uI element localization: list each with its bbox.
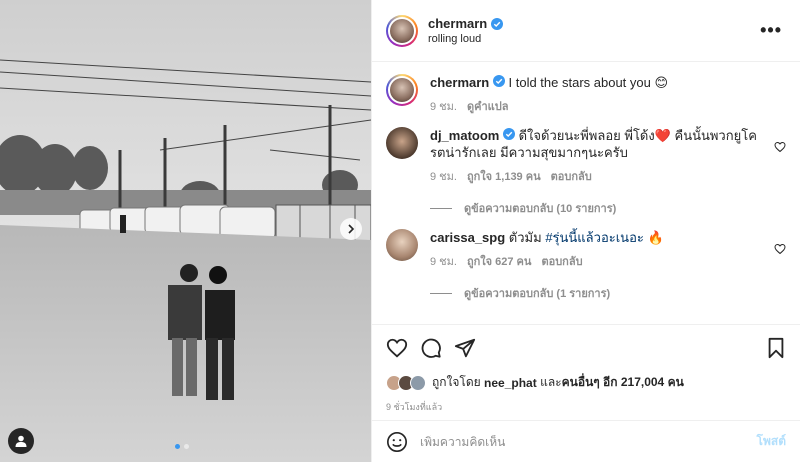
view-replies-link[interactable]: ดูข้อความตอบกลับ (1 รายการ)	[430, 284, 786, 302]
author-username[interactable]: chermarn	[428, 16, 487, 31]
chevron-right-icon	[348, 224, 355, 234]
comments-section: chermarn I told the stars about you 😊 9 …	[372, 62, 800, 324]
post-location[interactable]: rolling loud	[428, 33, 756, 45]
post-side-panel: chermarn rolling loud ••• chermarn I tol…	[371, 0, 800, 462]
view-replies-link[interactable]: ดูข้อความตอบกลับ (10 รายการ)	[430, 199, 786, 217]
view-replies-text: ดูข้อความตอบกลับ (10 รายการ)	[464, 203, 617, 215]
caption-text: I told the stars about you 😊	[508, 75, 669, 90]
commenter-username[interactable]: carissa_spg	[430, 230, 505, 245]
comment-hashtag[interactable]: #รุ่นนี้แล้วอะเนอะ	[545, 230, 644, 245]
carousel-dot	[184, 444, 189, 449]
heart-icon[interactable]	[386, 337, 408, 359]
post-header: chermarn rolling loud •••	[372, 0, 800, 62]
caption-time: 9 ชม.	[430, 101, 457, 113]
caption-author[interactable]: chermarn	[430, 75, 489, 90]
carousel-indicator	[175, 444, 189, 449]
post-comment-button[interactable]: โพสต์	[757, 432, 786, 451]
likes-prefix: ถูกใจโดย	[432, 375, 481, 389]
more-options-icon[interactable]: •••	[756, 20, 786, 41]
commenter-avatar[interactable]	[386, 127, 418, 159]
carousel-dot-active	[175, 444, 180, 449]
comment-likes[interactable]: ถูกใจ 627 คน	[467, 252, 531, 270]
photo-image	[0, 0, 371, 462]
post-actions: ถูกใจโดย nee_phat และ คนอื่นๆ อีก 217,004…	[372, 324, 800, 414]
verified-badge-icon	[491, 17, 504, 30]
comment-likes[interactable]: ถูกใจ 1,139 คน	[467, 167, 541, 185]
likes-user[interactable]: nee_phat	[484, 376, 537, 390]
reply-button[interactable]: ตอบกลับ	[541, 252, 582, 270]
user-tag-icon	[15, 435, 27, 447]
add-comment-bar: โพสต์	[372, 420, 800, 462]
comment-time: 9 ชม.	[430, 256, 457, 268]
verified-badge-icon	[502, 128, 515, 140]
comment-item: dj_matoom ดีใจด้วยนะพี่พลอย พี่โด้ง❤️ คื…	[386, 127, 786, 185]
author-avatar[interactable]	[386, 14, 418, 47]
emoji-icon[interactable]	[386, 431, 408, 453]
comment-text-prefix: ตัวมัม	[508, 230, 542, 245]
comment-item: carissa_spg ตัวมัม #รุ่นนี้แล้วอะเนอะ 🔥 …	[386, 229, 786, 270]
caption: chermarn I told the stars about you 😊 9 …	[386, 74, 786, 115]
comment-icon[interactable]	[420, 337, 442, 359]
bookmark-icon[interactable]	[766, 337, 786, 359]
liker-avatar	[410, 374, 426, 391]
translate-link[interactable]: ดูคำแปล	[467, 97, 509, 115]
likes-middle: และ	[540, 375, 562, 389]
likes-summary[interactable]: ถูกใจโดย nee_phat และ คนอื่นๆ อีก 217,004…	[386, 373, 786, 392]
reply-button[interactable]: ตอบกลับ	[551, 167, 592, 185]
commenter-avatar[interactable]	[386, 229, 418, 261]
share-icon[interactable]	[454, 337, 476, 359]
view-replies-text: ดูข้อความตอบกลับ (1 รายการ)	[464, 288, 611, 300]
verified-badge-icon	[492, 75, 505, 87]
comment-text-suffix: 🔥	[647, 230, 664, 245]
post-timestamp: 9 ชั่วโมงที่แล้ว	[386, 402, 443, 412]
likes-others[interactable]: คนอื่นๆ อีก 217,004 คน	[562, 373, 684, 392]
user-tag-button[interactable]	[8, 428, 34, 454]
comment-like-heart-icon[interactable]	[774, 141, 786, 153]
caption-avatar[interactable]	[386, 74, 418, 106]
comment-input[interactable]	[420, 434, 757, 449]
comment-time: 9 ชม.	[430, 171, 457, 183]
carousel-next-button[interactable]	[340, 218, 362, 240]
commenter-username[interactable]: dj_matoom	[430, 128, 499, 143]
comment-like-heart-icon[interactable]	[774, 243, 786, 255]
post-photo[interactable]	[0, 0, 371, 462]
